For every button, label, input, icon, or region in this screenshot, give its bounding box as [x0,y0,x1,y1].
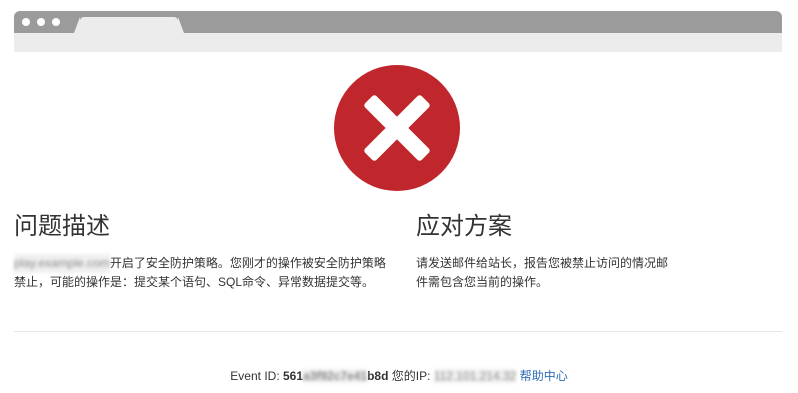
help-center-link[interactable]: 帮助中心 [520,369,568,383]
divider [14,331,782,332]
solution-section: 应对方案 请发送邮件给站长，报告您被禁止访问的情况邮件需包含您当前的操作。 [416,212,668,292]
error-x-icon [334,65,460,191]
window-dot-icon [22,18,30,26]
window-dot-icon [52,18,60,26]
masked-ip: 112.101.214.32 [433,369,517,383]
window-dot-icon [37,18,45,26]
event-id: 561a3f92c7e41b8d [283,369,389,383]
problem-description: play.example.com开启了安全防护策略。您刚才的操作被安全防护策略禁… [14,254,386,289]
problem-section: 问题描述 play.example.com开启了安全防护策略。您刚才的操作被安全… [14,212,386,292]
footer: Event ID: 561a3f92c7e41b8d 您的IP: 112.101… [230,369,568,383]
solution-title: 应对方案 [416,213,512,240]
problem-title: 问题描述 [14,213,110,240]
solution-description: 请发送邮件给站长，报告您被禁止访问的情况邮件需包含您当前的操作。 [416,256,669,289]
browser-tab [74,17,184,33]
masked-domain: play.example.com [14,254,110,273]
